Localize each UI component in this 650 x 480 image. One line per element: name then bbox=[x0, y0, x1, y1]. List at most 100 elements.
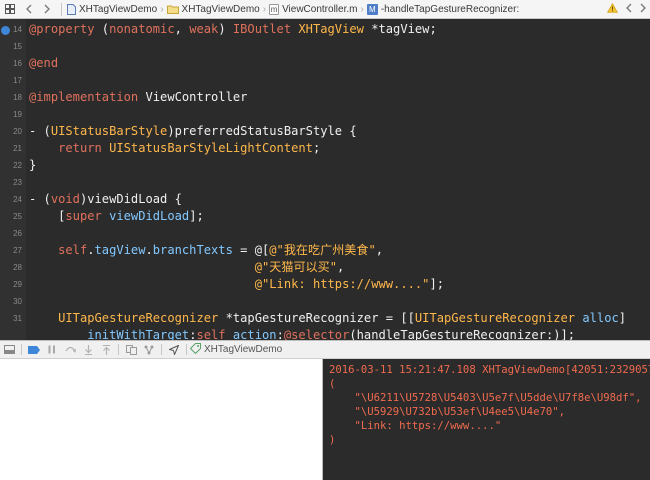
code-text: @end bbox=[29, 55, 58, 72]
line-number: 20 bbox=[13, 127, 22, 136]
code-line[interactable]: 14 @property (nonatomic, weak) IBOutlet X… bbox=[0, 21, 650, 38]
code-token: IBOutlet bbox=[232, 22, 292, 36]
target-label: XHTagViewDemo bbox=[204, 344, 283, 355]
breadcrumb-label: XHTagViewDemo bbox=[181, 3, 260, 15]
divider bbox=[118, 344, 119, 355]
code-token: @"Link: https://www...." bbox=[254, 277, 430, 291]
breadcrumb-group[interactable]: XHTagViewDemo bbox=[166, 3, 260, 15]
code-token: initWithTarget bbox=[87, 328, 190, 340]
code-token: - ( bbox=[29, 192, 51, 206]
code-line[interactable]: 31 UITapGestureRecognizer *tapGestureRec… bbox=[0, 310, 650, 327]
code-line[interactable]: 19 bbox=[0, 106, 650, 123]
code-text: } bbox=[29, 157, 36, 174]
code-token: - ( bbox=[29, 124, 51, 138]
code-text: @implementation ViewController bbox=[29, 89, 247, 106]
line-number: 30 bbox=[13, 297, 22, 306]
variables-view[interactable] bbox=[0, 359, 322, 480]
related-items-icon[interactable] bbox=[0, 0, 20, 19]
code-line[interactable]: 22} bbox=[0, 157, 650, 174]
code-token: : bbox=[276, 328, 284, 340]
method-icon: M bbox=[366, 3, 378, 15]
code-line[interactable]: 24 - (void)viewDidLoad { bbox=[0, 191, 650, 208]
code-token: . bbox=[145, 243, 153, 257]
code-line[interactable]: 18 @implementation ViewController bbox=[0, 89, 650, 106]
console-line: "\U5929\U732b\U53ef\U4ee5\U4e70", bbox=[329, 406, 566, 418]
project-file-icon bbox=[67, 3, 76, 15]
code-token: ; bbox=[312, 141, 321, 155]
line-number: 16 bbox=[13, 59, 22, 68]
pause-icon[interactable] bbox=[43, 341, 61, 358]
code-line[interactable]: 26 bbox=[0, 225, 650, 242]
console-line: "Link: https://www...." bbox=[329, 420, 502, 432]
forward-arrow-icon[interactable] bbox=[38, 0, 56, 19]
hide-debug-area-icon[interactable] bbox=[0, 341, 18, 358]
step-into-icon[interactable] bbox=[79, 341, 97, 358]
breadcrumb-file[interactable]: m ViewController.m bbox=[269, 3, 357, 15]
code-line[interactable]: 21 return UIStatusBarStyleLightContent; bbox=[0, 140, 650, 157]
console-output[interactable]: 2016-03-11 15:21:47.108 XHTagViewDemo[42… bbox=[323, 359, 650, 480]
divider bbox=[161, 344, 162, 355]
code-line[interactable]: 30 bbox=[0, 293, 650, 310]
chevron-left-icon[interactable] bbox=[626, 3, 632, 16]
breakpoints-toggle-icon[interactable] bbox=[25, 341, 43, 358]
line-number: 26 bbox=[13, 229, 22, 238]
line-number: 21 bbox=[13, 144, 22, 153]
code-token: [ bbox=[29, 209, 66, 223]
code-token: UIStatusBarStyle bbox=[50, 124, 168, 138]
code-line[interactable]: 29 @"Link: https://www...."]; bbox=[0, 276, 650, 293]
code-line[interactable]: 17 bbox=[0, 72, 650, 89]
folder-icon bbox=[166, 5, 179, 14]
chevron-right-icon[interactable] bbox=[640, 3, 646, 16]
line-number: 28 bbox=[13, 263, 22, 272]
code-token: UIStatusBarStyleLightContent bbox=[109, 141, 313, 155]
chevron-right-icon: › bbox=[262, 3, 267, 15]
code-token: *tapGestureRecognizer = [[ bbox=[218, 311, 415, 325]
code-line[interactable]: 23 bbox=[0, 174, 650, 191]
code-token: alloc bbox=[582, 311, 619, 325]
code-text: - (UIStatusBarStyle)preferredStatusBarSt… bbox=[29, 123, 357, 140]
line-number: 31 bbox=[13, 314, 22, 323]
jump-bar: XHTagViewDemo › XHTagViewDemo › m ViewCo… bbox=[0, 0, 650, 19]
code-line[interactable]: initWithTarget:self action:@selector(han… bbox=[0, 327, 650, 340]
line-number: 25 bbox=[13, 212, 22, 221]
line-number: 27 bbox=[13, 246, 22, 255]
code-token: *tagView; bbox=[363, 22, 437, 36]
breakpoint-marker-icon[interactable] bbox=[1, 26, 10, 35]
back-arrow-icon[interactable] bbox=[20, 0, 38, 19]
breadcrumb-project[interactable]: XHTagViewDemo bbox=[67, 3, 157, 15]
code-line[interactable]: 27 self.tagView.branchTexts = @[@"我在吃广州美… bbox=[0, 242, 650, 259]
breadcrumb-method[interactable]: M -handleTapGestureRecognizer: bbox=[366, 3, 519, 15]
memory-graph-icon[interactable] bbox=[140, 341, 158, 358]
code-token: tagView bbox=[94, 243, 146, 257]
code-token: @property bbox=[29, 22, 95, 36]
step-out-icon[interactable] bbox=[97, 341, 115, 358]
code-line[interactable]: 16 @end bbox=[0, 55, 650, 72]
code-token: UITapGestureRecognizer bbox=[414, 311, 576, 325]
code-line[interactable]: 25 [super viewDidLoad]; bbox=[0, 208, 650, 225]
source-editor[interactable]: 14 @property (nonatomic, weak) IBOutlet X… bbox=[0, 19, 650, 340]
code-token: XHTagView bbox=[298, 22, 364, 36]
target-selector[interactable]: XHTagViewDemo bbox=[189, 342, 283, 357]
code-token: @"我在吃广州美食" bbox=[269, 243, 376, 257]
code-token: (handleTapGestureRecognizer:)]; bbox=[349, 328, 576, 340]
simulate-location-icon[interactable] bbox=[165, 341, 183, 358]
warning-icon[interactable] bbox=[606, 2, 619, 16]
code-token: ]; bbox=[429, 277, 445, 291]
code-token: } bbox=[29, 158, 37, 172]
step-over-icon[interactable] bbox=[61, 341, 79, 358]
code-token: super bbox=[65, 209, 102, 223]
code-line[interactable]: 20 - (UIStatusBarStyle)preferredStatusBar… bbox=[0, 123, 650, 140]
code-line[interactable]: 28 @"天猫可以买", bbox=[0, 259, 650, 276]
code-line[interactable]: 15 bbox=[0, 38, 650, 55]
line-number: 22 bbox=[13, 161, 22, 170]
code-token: . bbox=[87, 243, 95, 257]
console-line: ) bbox=[329, 434, 336, 446]
view-hierarchy-icon[interactable] bbox=[122, 341, 140, 358]
code-token: ) bbox=[218, 22, 233, 36]
